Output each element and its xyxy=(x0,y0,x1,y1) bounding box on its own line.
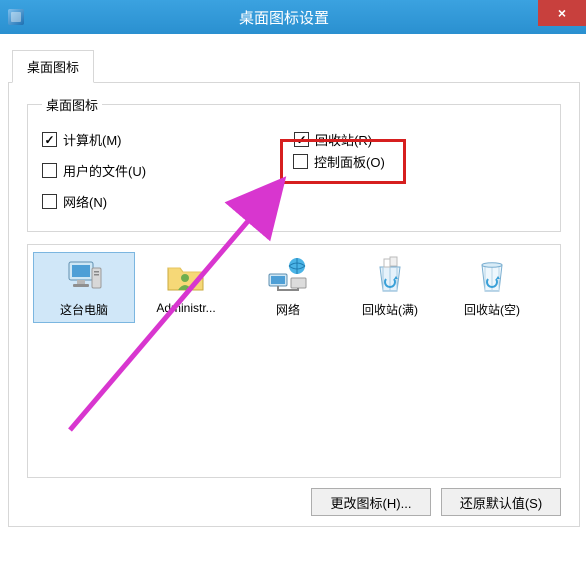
checkbox-network[interactable]: 网络(N) xyxy=(42,186,294,217)
checkbox-box[interactable] xyxy=(42,163,57,178)
group-desktop-icons: 桌面图标 计算机(M) 回收站(R) 用户的文件(U) xyxy=(27,95,561,232)
tab-label: 桌面图标 xyxy=(27,60,79,75)
change-icon-button[interactable]: 更改图标(H)... xyxy=(311,488,431,516)
icon-label: Administr... xyxy=(136,299,236,319)
tab-desktop-icons[interactable]: 桌面图标 xyxy=(12,50,94,83)
button-label: 还原默认值(S) xyxy=(460,493,542,512)
close-icon: × xyxy=(558,5,566,21)
icon-label: 这台电脑 xyxy=(34,299,134,322)
dialog-content: 桌面图标 桌面图标 计算机(M) 回收站(R) 用户的文件(U) xyxy=(0,34,586,529)
recycle-empty-icon xyxy=(442,253,542,299)
checkbox-computer[interactable]: 计算机(M) xyxy=(42,124,294,155)
checkbox-label: 用户的文件(U) xyxy=(63,161,146,180)
checkbox-box[interactable] xyxy=(42,194,57,209)
icon-this-pc[interactable]: 这台电脑 xyxy=(34,253,134,322)
icon-administrator[interactable]: Administr... xyxy=(136,253,236,322)
titlebar: 桌面图标设置 × xyxy=(0,0,586,34)
folder-user-icon xyxy=(136,253,236,299)
recycle-full-icon xyxy=(340,253,440,299)
highlight-control-panel: 控制面板(O) xyxy=(280,139,406,184)
group-legend: 桌面图标 xyxy=(42,95,102,114)
restore-defaults-button[interactable]: 还原默认值(S) xyxy=(441,488,561,516)
button-row: 更改图标(H)... 还原默认值(S) xyxy=(21,488,561,516)
computer-icon xyxy=(34,253,134,299)
tabpanel: 桌面图标 计算机(M) 回收站(R) 用户的文件(U) xyxy=(8,83,580,527)
checkbox-box[interactable] xyxy=(42,132,57,147)
checkbox-label: 网络(N) xyxy=(63,192,107,211)
icon-preview-area: 这台电脑 Administr... xyxy=(27,244,561,478)
icon-recycle-full[interactable]: 回收站(满) xyxy=(340,253,440,322)
app-icon xyxy=(8,9,24,25)
icon-recycle-empty[interactable]: 回收站(空) xyxy=(442,253,542,322)
checkbox-label: 控制面板(O) xyxy=(314,152,385,171)
icon-network[interactable]: 网络 xyxy=(238,253,338,322)
icon-label: 回收站(满) xyxy=(340,299,440,322)
checkbox-box-control-panel[interactable] xyxy=(293,154,308,169)
tabstrip: 桌面图标 xyxy=(8,50,580,83)
checkbox-label: 计算机(M) xyxy=(63,130,122,149)
button-label: 更改图标(H)... xyxy=(331,493,412,512)
icon-label: 回收站(空) xyxy=(442,299,542,322)
window-title: 桌面图标设置 xyxy=(32,7,586,28)
icon-label: 网络 xyxy=(238,299,338,322)
checkbox-userfiles[interactable]: 用户的文件(U) xyxy=(42,155,294,186)
close-button[interactable]: × xyxy=(538,0,586,26)
network-icon xyxy=(238,253,338,299)
